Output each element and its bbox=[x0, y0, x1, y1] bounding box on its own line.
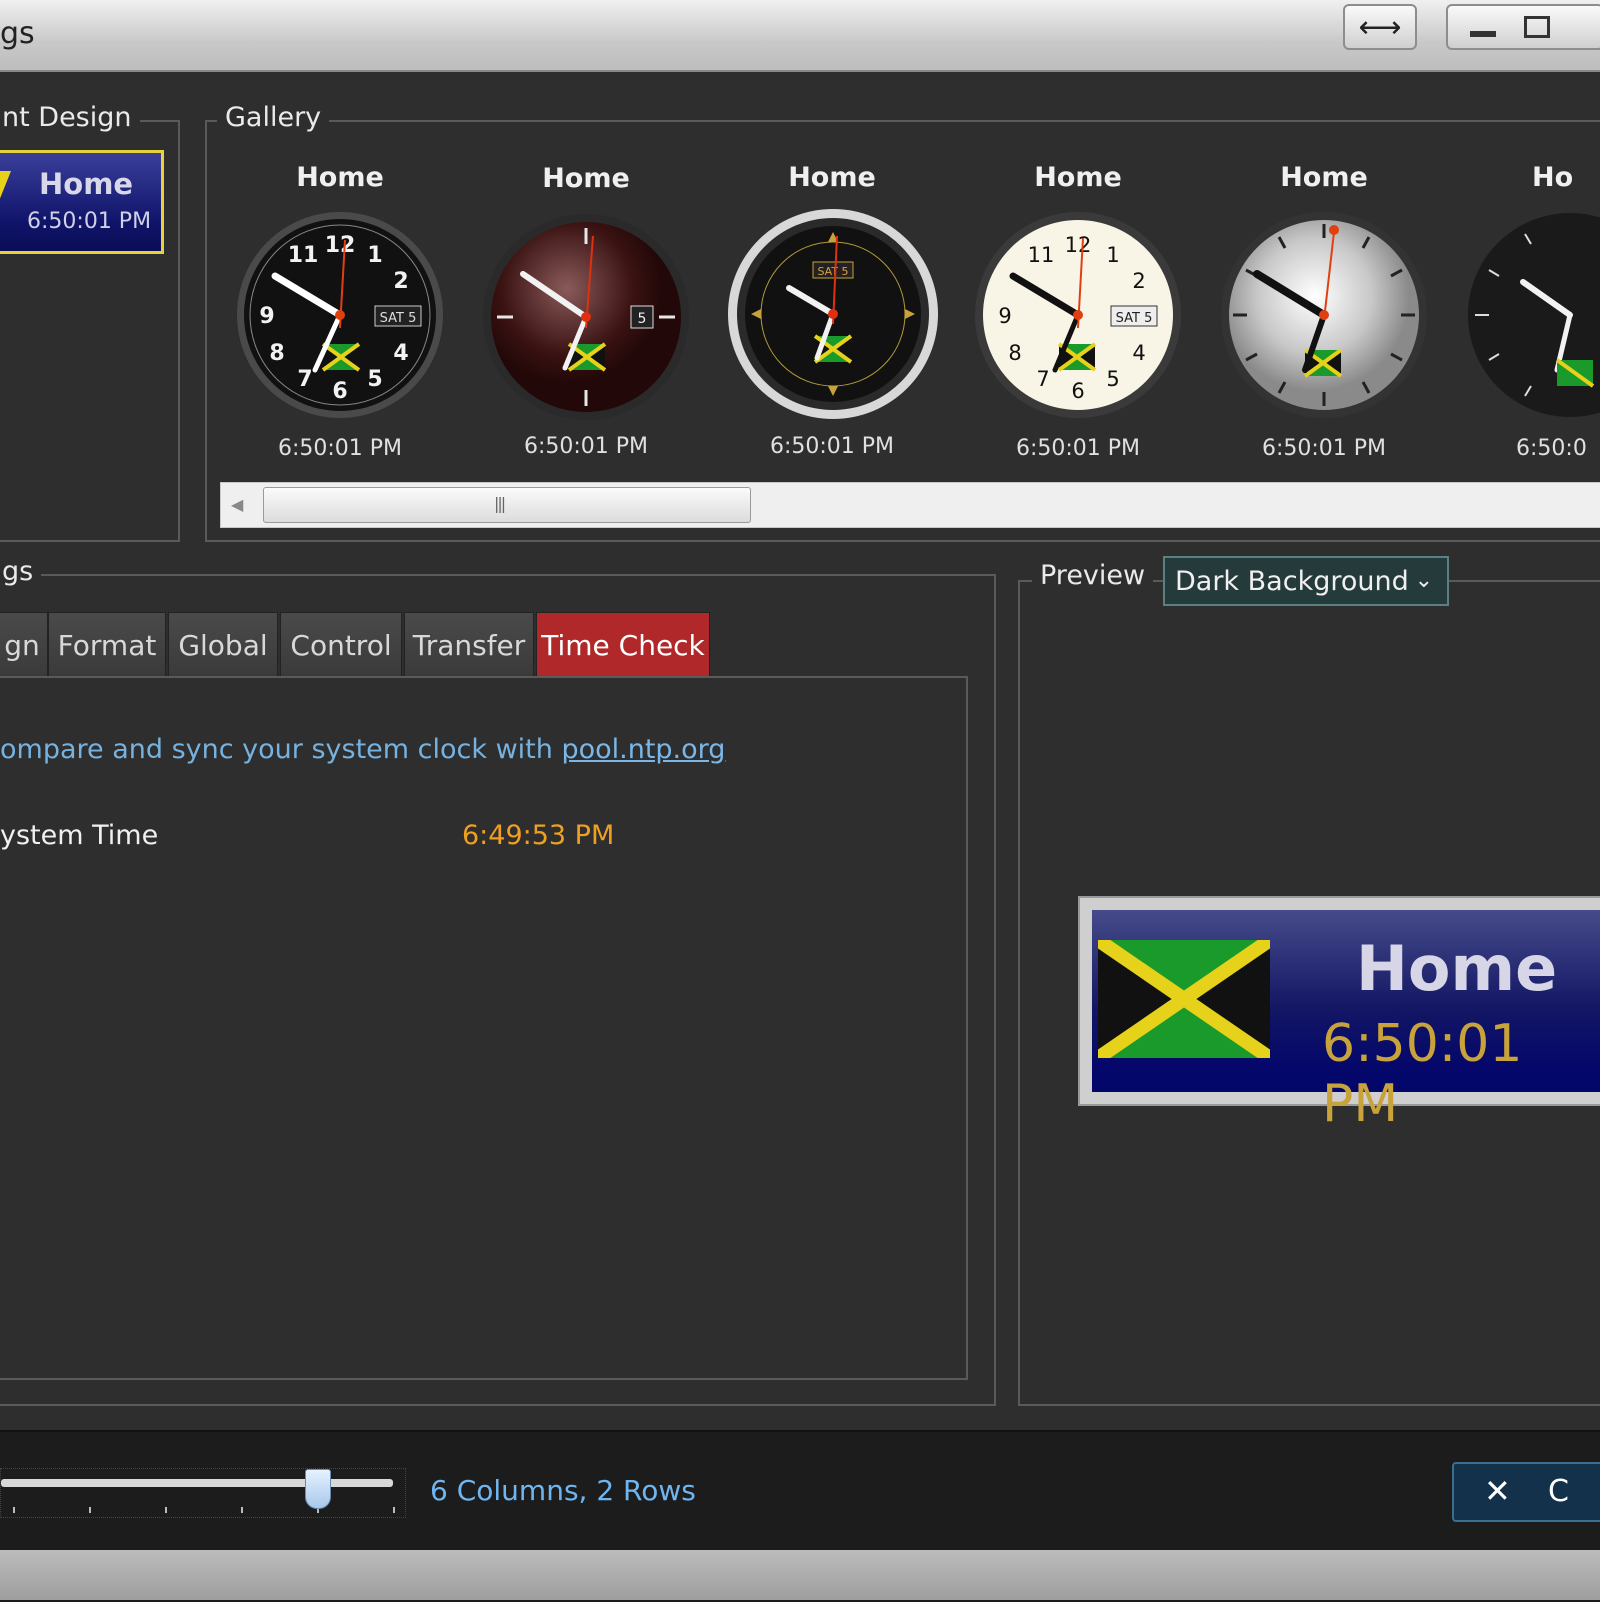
settings-label: gs bbox=[0, 556, 42, 587]
sync-text: ompare and sync your system clock with bbox=[0, 734, 562, 765]
date-window: 5 bbox=[638, 311, 647, 327]
numeral-1: 1 bbox=[1106, 243, 1119, 267]
tab-label: gn bbox=[4, 628, 40, 662]
gallery-clock-3-time: 6:50:01 PM bbox=[769, 434, 895, 459]
analog-clock-1[interactable]: 12 1 2 4 5 6 7 8 9 11 SAT 5 bbox=[235, 210, 445, 420]
tab-content-panel bbox=[0, 676, 968, 1380]
date-window: SAT 5 bbox=[380, 311, 417, 326]
size-slider[interactable] bbox=[0, 1468, 406, 1518]
numeral-6: 6 bbox=[332, 379, 347, 404]
ntp-link[interactable]: pool.ntp.org bbox=[561, 734, 725, 765]
gallery-clock-4-name: Home bbox=[1034, 162, 1122, 193]
tab-label: Control bbox=[290, 628, 392, 662]
gallery-clock-5-name: Home bbox=[1280, 162, 1368, 193]
gallery-clock-6-name: Ho bbox=[1532, 162, 1574, 193]
tab-format[interactable]: Format bbox=[48, 612, 166, 677]
gallery-clock-1-name: Home bbox=[296, 162, 384, 193]
gallery-clock-2-name: Home bbox=[542, 163, 630, 194]
gallery-clock-4-time: 6:50:01 PM bbox=[1015, 436, 1141, 461]
tab-label: Global bbox=[178, 628, 268, 662]
double-arrow-icon: ⟷ bbox=[1358, 9, 1402, 45]
tab-label: Format bbox=[57, 628, 157, 662]
tab-design[interactable]: gn bbox=[0, 612, 48, 677]
gallery-scrollbar[interactable]: ◀ ||| bbox=[220, 482, 1600, 528]
flag-icon bbox=[321, 342, 361, 372]
gallery-clock-3-name: Home bbox=[788, 162, 876, 193]
slider-ticks bbox=[1, 1507, 405, 1513]
window-controls bbox=[1446, 4, 1600, 50]
numeral-7: 7 bbox=[297, 367, 312, 392]
sync-description: ompare and sync your system clock with p… bbox=[0, 734, 725, 765]
date-window: SAT 5 bbox=[1116, 311, 1153, 326]
numeral-8: 8 bbox=[269, 341, 284, 366]
gallery-clock-6-time: 6:50:0 bbox=[1516, 436, 1587, 461]
gallery-clock-2-time: 6:50:01 PM bbox=[523, 434, 649, 459]
gallery-clock-5-time: 6:50:01 PM bbox=[1261, 436, 1387, 461]
slider-thumb[interactable] bbox=[305, 1469, 331, 1509]
analog-clock-4[interactable]: 12 1 2 4 5 6 7 8 9 11 SAT 5 bbox=[973, 210, 1183, 420]
numeral-12: 12 bbox=[1065, 233, 1092, 257]
scroll-left-icon[interactable]: ◀ bbox=[231, 495, 243, 514]
numeral-4: 4 bbox=[393, 341, 408, 366]
chevron-down-icon: ⌄ bbox=[1414, 568, 1433, 593]
slider-track bbox=[1, 1479, 393, 1487]
numeral-6: 6 bbox=[1071, 379, 1084, 403]
system-time-label: ystem Time bbox=[0, 820, 159, 851]
numeral-9: 9 bbox=[998, 304, 1011, 328]
preview-inner: Home 6:50:01 PM bbox=[1092, 910, 1600, 1134]
numeral-11: 11 bbox=[288, 243, 319, 268]
gallery-clock-1-time: 6:50:01 PM bbox=[277, 436, 403, 461]
current-design-label: nt Design bbox=[0, 102, 140, 133]
preview-label: Preview bbox=[1032, 560, 1154, 591]
numeral-4: 4 bbox=[1132, 341, 1145, 365]
preview-time: 6:50:01 PM bbox=[1322, 1014, 1523, 1134]
current-design-tile[interactable]: Home 6:50:01 PM bbox=[0, 150, 164, 254]
close-icon: ✕ bbox=[1484, 1472, 1511, 1510]
close-button[interactable]: ✕ C bbox=[1452, 1462, 1600, 1522]
numeral-11: 11 bbox=[1028, 243, 1055, 267]
analog-clock-3[interactable]: SAT 5 bbox=[727, 208, 939, 420]
system-time-value: 6:49:53 PM bbox=[462, 820, 615, 851]
resize-width-button[interactable]: ⟷ bbox=[1343, 4, 1417, 50]
window-title: gs bbox=[0, 16, 35, 51]
jamaica-flag-icon bbox=[1098, 940, 1270, 1058]
grip-icon: ||| bbox=[494, 494, 506, 513]
minimize-icon[interactable] bbox=[1470, 31, 1496, 37]
numeral-2: 2 bbox=[1132, 269, 1145, 293]
background-select[interactable]: Dark Background ⌄ bbox=[1163, 556, 1449, 606]
numeral-5: 5 bbox=[367, 367, 382, 392]
flag-icon bbox=[1555, 358, 1595, 388]
background-select-value: Dark Background bbox=[1175, 565, 1409, 597]
analog-clock-6[interactable] bbox=[1465, 210, 1600, 420]
numeral-2: 2 bbox=[393, 269, 408, 294]
flag-icon bbox=[0, 171, 11, 199]
preview-name: Home bbox=[1356, 932, 1558, 1005]
close-button-label: C bbox=[1548, 1474, 1569, 1509]
numeral-8: 8 bbox=[1008, 341, 1021, 365]
tab-time-check[interactable]: Time Check bbox=[536, 612, 710, 677]
gallery-label: Gallery bbox=[217, 102, 330, 133]
analog-clock-5[interactable] bbox=[1219, 210, 1429, 420]
title-bar: gs ⟷ bbox=[0, 0, 1600, 72]
date-window: SAT 5 bbox=[817, 265, 848, 278]
tab-transfer[interactable]: Transfer bbox=[404, 612, 534, 677]
preview-tile: Home 6:50:01 PM bbox=[1078, 896, 1600, 1134]
analog-clock-2[interactable]: 5 bbox=[481, 212, 691, 422]
numeral-7: 7 bbox=[1036, 367, 1049, 391]
current-tile-time: 6:50:01 PM bbox=[27, 209, 152, 234]
maximize-icon[interactable] bbox=[1524, 16, 1550, 38]
scroll-thumb[interactable]: ||| bbox=[263, 487, 751, 523]
tab-global[interactable]: Global bbox=[168, 612, 278, 677]
current-tile-name: Home bbox=[39, 167, 134, 201]
numeral-1: 1 bbox=[367, 243, 382, 268]
tab-label: Transfer bbox=[412, 628, 526, 662]
numeral-5: 5 bbox=[1106, 367, 1119, 391]
numeral-9: 9 bbox=[259, 304, 274, 329]
numeral-12: 12 bbox=[325, 233, 356, 258]
tab-control[interactable]: Control bbox=[280, 612, 402, 677]
window-bottom-border bbox=[0, 1550, 1600, 1600]
tab-label: Time Check bbox=[541, 628, 705, 662]
columns-rows-label: 6 Columns, 2 Rows bbox=[430, 1474, 696, 1507]
